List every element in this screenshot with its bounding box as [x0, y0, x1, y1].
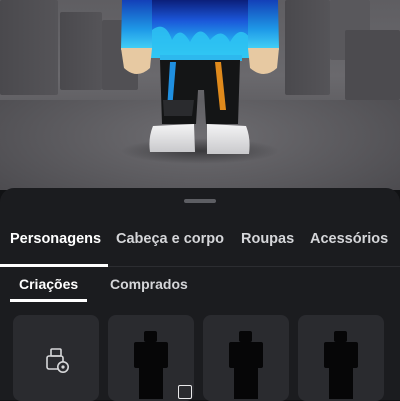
character-silhouette-icon — [229, 331, 263, 399]
active-subtab-indicator — [10, 299, 87, 302]
avatar-character[interactable] — [0, 0, 400, 190]
right-hand — [248, 48, 279, 74]
right-sleeve — [248, 0, 279, 50]
left-hand — [121, 48, 152, 74]
avatar-editor-panel: Personagens Cabeça e corpo Roupas Acessó… — [0, 188, 400, 401]
tab-roupas[interactable]: Roupas — [241, 231, 294, 247]
category-tabs: Personagens Cabeça e corpo Roupas Acessó… — [0, 218, 400, 268]
character-tile[interactable] — [108, 315, 194, 401]
left-shoe — [149, 124, 195, 152]
drag-handle[interactable] — [184, 199, 216, 203]
owned-badge-icon — [178, 385, 192, 399]
tab-personagens[interactable]: Personagens — [10, 231, 101, 247]
create-character-tile[interactable] — [13, 315, 99, 401]
character-tile[interactable] — [298, 315, 384, 401]
pants-detail — [163, 100, 194, 116]
create-character-icon — [46, 348, 69, 373]
subtab-comprados[interactable]: Comprados — [110, 276, 188, 292]
tab-cabeca-e-corpo[interactable]: Cabeça e corpo — [116, 231, 224, 247]
avatar-preview-viewport[interactable] — [0, 0, 400, 190]
character-silhouette-icon — [324, 331, 358, 399]
tab-acessorios[interactable]: Acessórios — [310, 231, 388, 247]
right-shoe — [207, 124, 250, 154]
subtab-criacoes[interactable]: Criações — [19, 276, 78, 292]
left-sleeve — [121, 0, 152, 50]
character-tile[interactable] — [203, 315, 289, 401]
active-category-indicator — [0, 264, 108, 267]
